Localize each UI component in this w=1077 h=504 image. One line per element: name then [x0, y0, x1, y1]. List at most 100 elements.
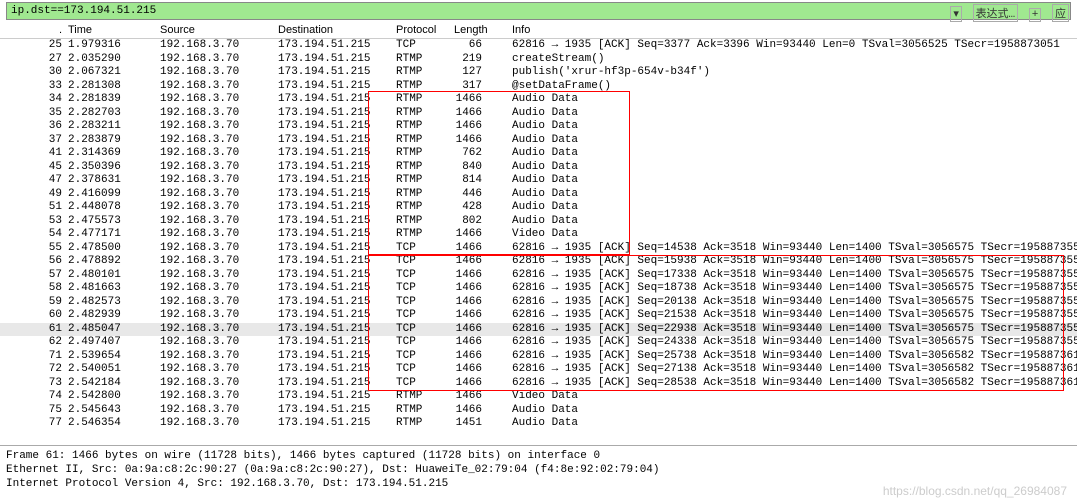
packet-row[interactable]: 492.416099192.168.3.70173.194.51.215RTMP…: [0, 188, 1077, 202]
bookmark-dropdown[interactable]: ▾: [950, 6, 962, 22]
cell-col-src: 192.168.3.70: [160, 107, 278, 121]
packet-row[interactable]: 412.314369192.168.3.70173.194.51.215RTMP…: [0, 147, 1077, 161]
cell-col-time: 2.540051: [68, 363, 160, 377]
cell-col-info: Video Data: [512, 228, 1077, 242]
cell-col-src: 192.168.3.70: [160, 93, 278, 107]
expression-button[interactable]: 表达式…: [973, 4, 1019, 22]
cell-col-time: 2.482573: [68, 296, 160, 310]
cell-col-len: 1466: [454, 363, 512, 377]
packet-row[interactable]: 362.283211192.168.3.70173.194.51.215RTMP…: [0, 120, 1077, 134]
cell-col-proto: RTMP: [396, 161, 454, 175]
cell-col-info: 62816 → 1935 [ACK] Seq=3377 Ack=3396 Win…: [512, 39, 1077, 53]
packet-row[interactable]: 251.979316192.168.3.70173.194.51.215TCP6…: [0, 39, 1077, 53]
packet-row[interactable]: 712.539654192.168.3.70173.194.51.215TCP1…: [0, 350, 1077, 364]
cell-col-dst: 173.194.51.215: [278, 377, 396, 391]
cell-col-len: 1451: [454, 417, 512, 431]
apply-button[interactable]: 应: [1052, 4, 1069, 22]
cell-col-time: 2.350396: [68, 161, 160, 175]
packet-row[interactable]: 742.542800192.168.3.70173.194.51.215RTMP…: [0, 390, 1077, 404]
cell-col-dst: 173.194.51.215: [278, 201, 396, 215]
packet-row[interactable]: 272.035290192.168.3.70173.194.51.215RTMP…: [0, 53, 1077, 67]
cell-col-no: 36: [20, 120, 68, 134]
packet-row[interactable]: 752.545643192.168.3.70173.194.51.215RTMP…: [0, 404, 1077, 418]
cell-col-time: 2.281839: [68, 93, 160, 107]
cell-col-dst: 173.194.51.215: [278, 228, 396, 242]
packet-row[interactable]: 732.542184192.168.3.70173.194.51.215TCP1…: [0, 377, 1077, 391]
col-header-time[interactable]: Time: [68, 24, 160, 36]
packet-row[interactable]: 452.350396192.168.3.70173.194.51.215RTMP…: [0, 161, 1077, 175]
cell-col-len: 446: [454, 188, 512, 202]
col-header-no[interactable]: .: [20, 24, 68, 36]
cell-col-info: @setDataFrame(): [512, 80, 1077, 94]
cell-col-len: 1466: [454, 134, 512, 148]
cell-col-time: 2.475573: [68, 215, 160, 229]
cell-col-no: 75: [20, 404, 68, 418]
packet-row[interactable]: 722.540051192.168.3.70173.194.51.215TCP1…: [0, 363, 1077, 377]
packet-row[interactable]: 542.477171192.168.3.70173.194.51.215RTMP…: [0, 228, 1077, 242]
cell-col-no: 45: [20, 161, 68, 175]
packet-row[interactable]: 472.378631192.168.3.70173.194.51.215RTMP…: [0, 174, 1077, 188]
detail-ethernet[interactable]: Ethernet II, Src: 0a:9a:c8:2c:90:27 (0a:…: [6, 463, 1071, 477]
cell-col-info: Audio Data: [512, 134, 1077, 148]
cell-col-src: 192.168.3.70: [160, 363, 278, 377]
cell-col-proto: RTMP: [396, 107, 454, 121]
cell-col-no: 53: [20, 215, 68, 229]
cell-col-dst: 173.194.51.215: [278, 161, 396, 175]
col-header-destination[interactable]: Destination: [278, 24, 396, 36]
cell-col-time: 2.477171: [68, 228, 160, 242]
cell-col-time: 2.314369: [68, 147, 160, 161]
cell-col-info: Audio Data: [512, 417, 1077, 431]
cell-col-time: 2.478892: [68, 255, 160, 269]
packet-list[interactable]: 251.979316192.168.3.70173.194.51.215TCP6…: [0, 39, 1077, 445]
packet-row[interactable]: 572.480101192.168.3.70173.194.51.215TCP1…: [0, 269, 1077, 283]
cell-col-proto: TCP: [396, 309, 454, 323]
packet-row[interactable]: 512.448078192.168.3.70173.194.51.215RTMP…: [0, 201, 1077, 215]
cell-col-no: 30: [20, 66, 68, 80]
col-header-source[interactable]: Source: [160, 24, 278, 36]
cell-col-no: 49: [20, 188, 68, 202]
packet-row[interactable]: 592.482573192.168.3.70173.194.51.215TCP1…: [0, 296, 1077, 310]
cell-col-dst: 173.194.51.215: [278, 80, 396, 94]
plus-button[interactable]: +: [1029, 8, 1042, 22]
cell-col-no: 74: [20, 390, 68, 404]
cell-col-proto: TCP: [396, 377, 454, 391]
cell-col-dst: 173.194.51.215: [278, 390, 396, 404]
display-filter-input[interactable]: [11, 5, 1066, 17]
display-filter-bar[interactable]: [6, 2, 1071, 20]
packet-row[interactable]: 602.482939192.168.3.70173.194.51.215TCP1…: [0, 309, 1077, 323]
packet-row[interactable]: 582.481663192.168.3.70173.194.51.215TCP1…: [0, 282, 1077, 296]
packet-row[interactable]: 532.475573192.168.3.70173.194.51.215RTMP…: [0, 215, 1077, 229]
packet-row[interactable]: 772.546354192.168.3.70173.194.51.215RTMP…: [0, 417, 1077, 431]
col-header-protocol[interactable]: Protocol: [396, 24, 454, 36]
cell-col-dst: 173.194.51.215: [278, 120, 396, 134]
cell-col-len: 1466: [454, 296, 512, 310]
packet-row[interactable]: 612.485047192.168.3.70173.194.51.215TCP1…: [0, 323, 1077, 337]
packet-list-header[interactable]: . Time Source Destination Protocol Lengt…: [0, 22, 1077, 39]
packet-row[interactable]: 562.478892192.168.3.70173.194.51.215TCP1…: [0, 255, 1077, 269]
cell-col-info: 62816 → 1935 [ACK] Seq=14538 Ack=3518 Wi…: [512, 242, 1077, 256]
packet-row[interactable]: 622.497407192.168.3.70173.194.51.215TCP1…: [0, 336, 1077, 350]
cell-col-no: 72: [20, 363, 68, 377]
cell-col-proto: RTMP: [396, 80, 454, 94]
cell-col-dst: 173.194.51.215: [278, 215, 396, 229]
cell-col-src: 192.168.3.70: [160, 377, 278, 391]
cell-col-src: 192.168.3.70: [160, 66, 278, 80]
cell-col-no: 73: [20, 377, 68, 391]
packet-row[interactable]: 372.283879192.168.3.70173.194.51.215RTMP…: [0, 134, 1077, 148]
col-header-info[interactable]: Info: [512, 24, 1077, 36]
cell-col-time: 2.378631: [68, 174, 160, 188]
col-header-length[interactable]: Length: [454, 24, 512, 36]
detail-frame[interactable]: Frame 61: 1466 bytes on wire (11728 bits…: [6, 449, 1071, 463]
packet-row[interactable]: 552.478500192.168.3.70173.194.51.215TCP1…: [0, 242, 1077, 256]
packet-row[interactable]: 332.281308192.168.3.70173.194.51.215RTMP…: [0, 80, 1077, 94]
packet-row[interactable]: 342.281839192.168.3.70173.194.51.215RTMP…: [0, 93, 1077, 107]
cell-col-len: 802: [454, 215, 512, 229]
packet-row[interactable]: 352.282703192.168.3.70173.194.51.215RTMP…: [0, 107, 1077, 121]
cell-col-info: Video Data: [512, 390, 1077, 404]
cell-col-info: Audio Data: [512, 147, 1077, 161]
cell-col-time: 2.480101: [68, 269, 160, 283]
cell-col-len: 814: [454, 174, 512, 188]
packet-row[interactable]: 302.067321192.168.3.70173.194.51.215RTMP…: [0, 66, 1077, 80]
cell-col-time: 2.539654: [68, 350, 160, 364]
cell-col-info: 62816 → 1935 [ACK] Seq=24338 Ack=3518 Wi…: [512, 336, 1077, 350]
